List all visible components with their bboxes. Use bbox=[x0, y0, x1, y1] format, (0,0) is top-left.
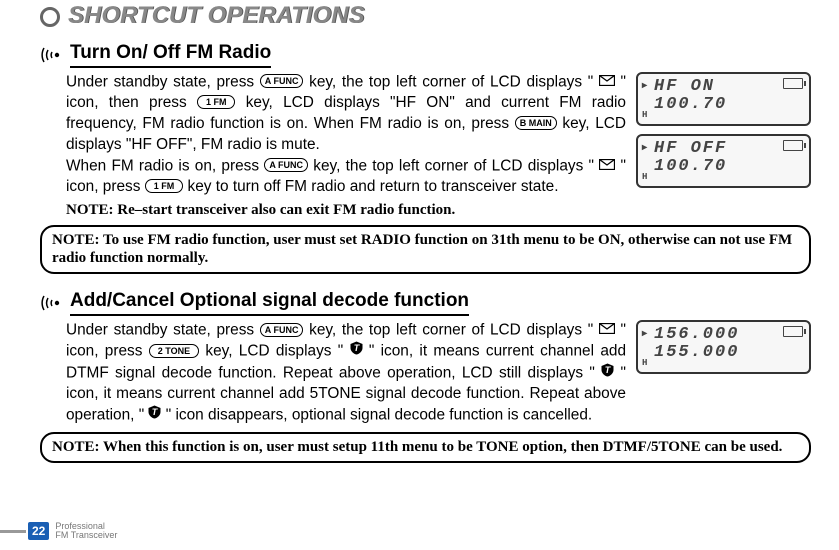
key-func-2: A FUNC bbox=[264, 158, 308, 172]
page-footer: 22 Professional FM Transceiver bbox=[0, 522, 117, 540]
key-fm-2: 1 FM bbox=[145, 179, 184, 193]
s2-p1d: key, LCD displays " bbox=[205, 343, 349, 360]
section1-heading-row: Turn On/ Off FM Radio bbox=[40, 42, 811, 68]
page-number: 22 bbox=[28, 522, 49, 540]
lcd-c-line2: 155.000 bbox=[654, 344, 803, 362]
lcd-a-line1: HF ON bbox=[654, 78, 803, 96]
lcd-hf-on: ▸ H HF ON 100.70 bbox=[636, 72, 811, 126]
section1-body-row: Under standby state, press A FUNC key, t… bbox=[40, 72, 811, 198]
section2-body-row: Under standby state, press A FUNC key, t… bbox=[40, 320, 811, 426]
key-tone: 2 TONE bbox=[149, 344, 199, 358]
key-main: B MAIN bbox=[515, 116, 557, 130]
lcd-b-line1: HF OFF bbox=[654, 140, 803, 158]
section2-lcd-column: ▸ H 156.000 155.000 bbox=[636, 320, 811, 382]
section2-note-box: NOTE: When this function is on, user mus… bbox=[40, 432, 811, 463]
footer-bar-icon bbox=[0, 530, 26, 533]
lcd-b-line2: 100.70 bbox=[654, 158, 803, 176]
s1-p2b: key, the top left corner of LCD displays… bbox=[313, 157, 599, 174]
page-header: SHORTCUT OPERATIONS bbox=[40, 2, 811, 30]
radio-waves-icon-2 bbox=[40, 292, 66, 314]
lcd-h-icon: H bbox=[642, 111, 649, 120]
battery-icon bbox=[783, 78, 803, 89]
section1-note-box: NOTE: To use FM radio function, user mus… bbox=[40, 225, 811, 275]
s1-p2d: key to turn off FM radio and return to t… bbox=[188, 178, 559, 195]
lcd-h-icon-2: H bbox=[642, 173, 649, 182]
lcd-hf-off: ▸ H HF OFF 100.70 bbox=[636, 134, 811, 188]
t-shield-icon: T bbox=[350, 341, 363, 362]
bullet-ring-icon bbox=[40, 7, 60, 27]
lcd-h-icon-3: H bbox=[642, 359, 649, 368]
battery-icon-2 bbox=[783, 140, 803, 151]
s1-p1b: key, the top left corner of LCD displays… bbox=[309, 73, 599, 90]
envelope-icon-3 bbox=[599, 320, 615, 341]
envelope-icon bbox=[599, 72, 615, 93]
key-func-3: A FUNC bbox=[260, 323, 304, 337]
section1-title: Turn On/ Off FM Radio bbox=[70, 42, 271, 68]
s1-p2a: When FM radio is on, press bbox=[66, 157, 264, 174]
section2-title: Add/Cancel Optional signal decode functi… bbox=[70, 290, 469, 316]
s1-p1a: Under standby state, press bbox=[66, 73, 260, 90]
section1-note-line: NOTE: Re–start transceiver also can exit… bbox=[40, 202, 811, 219]
t-shield-icon-3: T bbox=[148, 405, 161, 426]
envelope-icon-2 bbox=[599, 156, 615, 177]
key-fm: 1 FM bbox=[197, 95, 236, 109]
radio-waves-icon bbox=[40, 44, 66, 66]
key-func: A FUNC bbox=[260, 74, 304, 88]
footer-text: Professional FM Transceiver bbox=[55, 522, 117, 540]
lcd-a-line2: 100.70 bbox=[654, 96, 803, 114]
section2-heading-row: Add/Cancel Optional signal decode functi… bbox=[40, 290, 811, 316]
s2-p1b: key, the top left corner of LCD displays… bbox=[309, 322, 599, 339]
footer-line2: FM Transceiver bbox=[55, 531, 117, 540]
lcd-c-line1: 156.000 bbox=[654, 326, 803, 344]
s2-p1g: " icon disappears, optional signal decod… bbox=[166, 406, 592, 423]
section1-body: Under standby state, press A FUNC key, t… bbox=[40, 72, 626, 198]
battery-icon-3 bbox=[783, 326, 803, 337]
lcd-freq: ▸ H 156.000 155.000 bbox=[636, 320, 811, 374]
lcd-caret-icon-2: ▸ bbox=[642, 144, 649, 155]
lcd-caret-icon: ▸ bbox=[642, 82, 649, 93]
t-shield-icon-2: T bbox=[601, 363, 614, 384]
lcd-caret-icon-3: ▸ bbox=[642, 330, 649, 341]
section1-lcd-column: ▸ H HF ON 100.70 ▸ H HF OFF 100.70 bbox=[636, 72, 811, 196]
header-title: SHORTCUT OPERATIONS bbox=[68, 2, 364, 30]
section2-body: Under standby state, press A FUNC key, t… bbox=[40, 320, 626, 426]
s2-p1a: Under standby state, press bbox=[66, 322, 260, 339]
